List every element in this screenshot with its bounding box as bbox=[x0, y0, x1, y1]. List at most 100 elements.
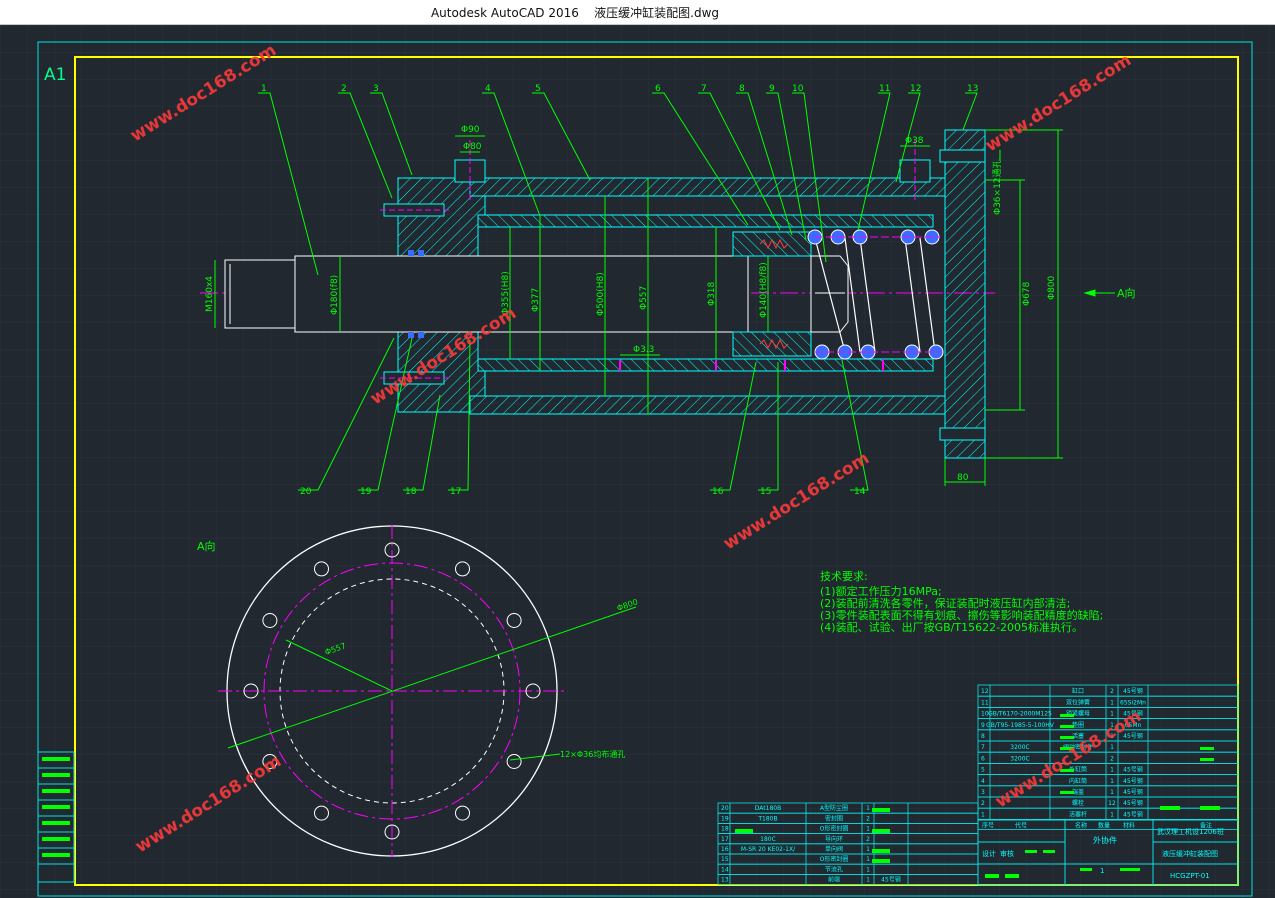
bom-cell-qty: 1 bbox=[1110, 711, 1114, 718]
bom-cell-code: 3200C bbox=[1010, 755, 1029, 762]
bom-cell-name: 活塞杆 bbox=[1069, 810, 1087, 818]
bom-cell-no: 4 bbox=[981, 778, 985, 785]
svg-text:80: 80 bbox=[957, 473, 969, 483]
svg-text:13: 13 bbox=[967, 84, 978, 94]
bom-cell-mat: 45号钢 bbox=[881, 876, 901, 884]
bom-marker bbox=[735, 829, 753, 833]
svg-text:20: 20 bbox=[300, 487, 312, 497]
svg-text:4: 4 bbox=[485, 84, 491, 94]
bom-cell-name: 内缸筒 bbox=[1069, 777, 1087, 785]
bom-cell-name: 双位弹簧 bbox=[1066, 698, 1090, 706]
rear-flange bbox=[944, 129, 986, 459]
bom-cell-code: DAt180B bbox=[755, 805, 781, 812]
bom-cell-qty: 2 bbox=[1110, 688, 1114, 695]
bom-cell-code: GB/T6170-2000M125 bbox=[988, 711, 1052, 718]
bom-cell-no: 20 bbox=[721, 805, 729, 812]
bom-cell-qty: 2 bbox=[866, 815, 870, 822]
bom-cell-code: 180C bbox=[760, 836, 776, 843]
view-label: A向 bbox=[197, 539, 216, 553]
bom-cell-qty: 2 bbox=[1110, 755, 1114, 762]
svg-text:Φ140(H8/f8): Φ140(H8/f8) bbox=[759, 262, 769, 318]
inner-tube-top bbox=[477, 214, 934, 228]
bom-cell-qty: 1 bbox=[866, 805, 870, 812]
svg-text:10: 10 bbox=[792, 84, 804, 94]
bom-header-code: 代号 bbox=[1015, 821, 1027, 829]
svg-text:15: 15 bbox=[760, 487, 771, 497]
svg-text:(4)装配、试验、出厂按GB/T15622-2005标准执行: (4)装配、试验、出厂按GB/T15622-2005标准执行。 bbox=[820, 620, 1083, 634]
svg-text:1: 1 bbox=[261, 84, 267, 94]
bom-cell-name: O形密封圈 bbox=[820, 825, 849, 833]
svg-text:Φ80: Φ80 bbox=[463, 142, 482, 152]
svg-text:A向: A向 bbox=[1117, 286, 1136, 300]
svg-text:Φ678: Φ678 bbox=[1022, 281, 1032, 306]
bom-cell-no: 9 bbox=[981, 722, 985, 729]
drawing-canvas[interactable]: A1 Φ90 Φ80 Φ38 M160x4 Φ180(f8) Φ355(H8) … bbox=[0, 25, 1275, 898]
svg-text:14: 14 bbox=[854, 487, 866, 497]
svg-text:11: 11 bbox=[879, 84, 890, 94]
bom-cell-code: M-SR 20 KE02-1X/ bbox=[741, 846, 796, 853]
bom-marker bbox=[872, 829, 890, 833]
bom-marker bbox=[872, 849, 890, 853]
bom-cell-qty: 1 bbox=[1110, 811, 1114, 818]
bom-cell-mat: 45号钢 bbox=[1123, 687, 1143, 695]
outsource-label: 外协件 bbox=[1093, 835, 1117, 845]
svg-text:19: 19 bbox=[360, 487, 372, 497]
bom-cell-no: 8 bbox=[981, 733, 985, 740]
bom-cell-name: 导向环 bbox=[825, 835, 843, 843]
drawing-name: 液压缓冲缸装配图 bbox=[1162, 849, 1218, 858]
bom-cell-name: A型防尘圈 bbox=[820, 804, 848, 812]
piston-rod bbox=[294, 255, 749, 333]
svg-text:(3)零件装配表面不得有划痕、擦伤等影响装配精度的缺陷;: (3)零件装配表面不得有划痕、擦伤等影响装配精度的缺陷; bbox=[820, 608, 1103, 622]
bom-cell-no: 19 bbox=[721, 815, 729, 822]
svg-text:(1)额定工作压力16MPa;: (1)额定工作压力16MPa; bbox=[820, 584, 942, 598]
svg-text:Φ90: Φ90 bbox=[461, 125, 480, 135]
outer-tube-bottom bbox=[469, 395, 946, 415]
bom-cell-name: 前端 bbox=[828, 876, 840, 884]
svg-text:Φ180(f8): Φ180(f8) bbox=[330, 275, 340, 315]
bom-cell-mat: 45号钢 bbox=[1123, 810, 1143, 818]
svg-text:12: 12 bbox=[910, 84, 921, 94]
bom-cell-qty: 1 bbox=[1110, 767, 1114, 774]
window-title-bar: Autodesk AutoCAD 2016 液压缓冲缸装配图.dwg bbox=[0, 0, 1275, 25]
bom-header-qty: 数量 bbox=[1098, 821, 1110, 829]
bom-cell-code: GB/T95-1985-5-100HV bbox=[986, 722, 1055, 729]
bom-cell-no: 3 bbox=[981, 789, 985, 796]
bom-cell-mat: 65Si2Mn bbox=[1120, 699, 1146, 706]
bom-cell-qty: 1 bbox=[1110, 699, 1114, 706]
outer-tube-top bbox=[469, 177, 946, 197]
bom-cell-no: 2 bbox=[981, 800, 985, 807]
svg-text:6: 6 bbox=[655, 84, 661, 94]
svg-text:(2)装配前清洗各零件，保证装配时液压缸内部清洁;: (2)装配前清洗各零件，保证装配时液压缸内部清洁; bbox=[820, 596, 1070, 610]
piston-top bbox=[732, 231, 812, 257]
bom-cell-no: 6 bbox=[981, 755, 985, 762]
svg-text:Φ377: Φ377 bbox=[531, 288, 541, 312]
bom-cell-no: 13 bbox=[721, 877, 729, 884]
drawing-number: HCGZPT-01 bbox=[1170, 872, 1210, 880]
svg-text:2: 2 bbox=[341, 84, 347, 94]
svg-text:Φ36×12通孔: Φ36×12通孔 bbox=[992, 159, 1003, 215]
bom-cell-qty: 1 bbox=[866, 856, 870, 863]
window-title: Autodesk AutoCAD 2016 液压缓冲缸装配图.dwg bbox=[430, 6, 720, 20]
bom-cell-name: O形密封圈 bbox=[820, 855, 849, 863]
bom-cell-mat: 45号钢 bbox=[1123, 799, 1143, 807]
svg-text:17: 17 bbox=[450, 487, 461, 497]
svg-text:12×Φ36均布通孔: 12×Φ36均布通孔 bbox=[560, 749, 625, 759]
svg-text:审核: 审核 bbox=[1000, 849, 1014, 858]
bom-cell-mat: 45号钢 bbox=[1123, 777, 1143, 785]
piston-bottom bbox=[732, 331, 812, 357]
rod-thread-end bbox=[224, 259, 296, 329]
sheet-size-label: A1 bbox=[44, 65, 66, 85]
bom-cell-no: 11 bbox=[981, 699, 989, 706]
bom-cell-qty: 1 bbox=[1110, 789, 1114, 796]
svg-text:M160x4: M160x4 bbox=[205, 276, 215, 312]
svg-text:9: 9 bbox=[769, 84, 775, 94]
inner-tube-bottom bbox=[477, 358, 934, 372]
bom-marker bbox=[872, 859, 890, 863]
bom-header-name: 名称 bbox=[1075, 821, 1087, 829]
bom-cell-name: 缸口 bbox=[1072, 687, 1084, 695]
bom-marker bbox=[1060, 791, 1074, 794]
bom-cell-no: 7 bbox=[981, 744, 985, 751]
bom-cell-name: 单向阀 bbox=[825, 845, 843, 853]
bom-cell-mat: 45号钢 bbox=[1123, 766, 1143, 774]
svg-text:18: 18 bbox=[405, 487, 417, 497]
